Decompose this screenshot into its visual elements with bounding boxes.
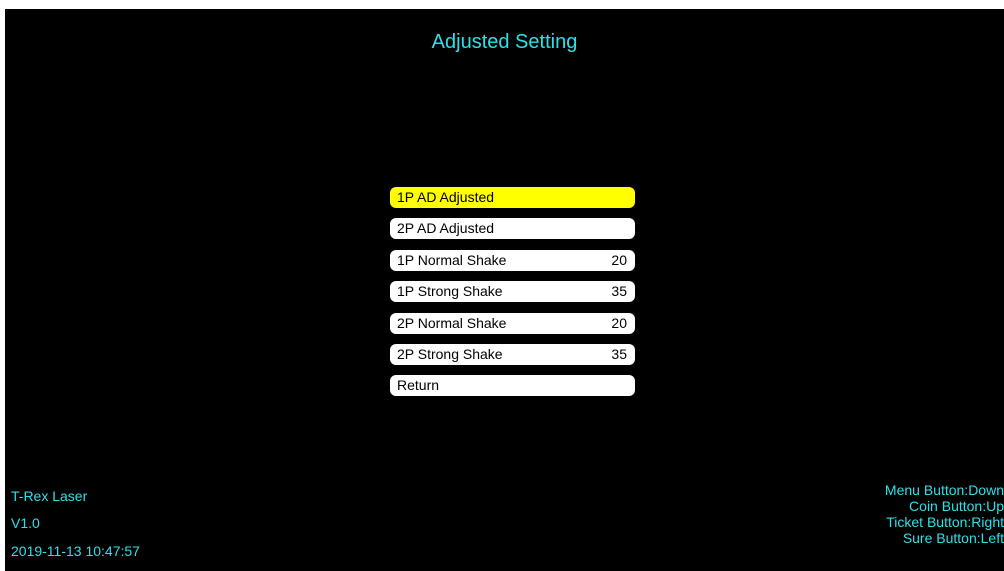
menu-item-label: Return <box>397 377 440 394</box>
menu-item-label: 1P Normal Shake <box>397 251 507 268</box>
menu-item-label: 2P AD Adjusted <box>397 220 495 237</box>
settings-screen: Adjusted Setting 1P AD Adjusted 2P AD Ad… <box>5 9 1004 571</box>
menu-item-2p-strong-shake[interactable]: 2P Strong Shake 35 <box>390 343 635 365</box>
datetime-label: 2019-11-13 10:47:57 <box>11 543 140 559</box>
menu-item-2p-ad-adjusted[interactable]: 2P AD Adjusted <box>390 218 635 240</box>
menu-button-hint: Menu Button:Down <box>884 482 1004 498</box>
menu-item-value: 35 <box>611 345 627 362</box>
menu-item-value: 20 <box>611 251 627 268</box>
menu-item-value: 35 <box>611 283 627 300</box>
menu-item-1p-normal-shake[interactable]: 1P Normal Shake 20 <box>390 249 635 271</box>
page-title: Adjusted Setting <box>431 31 578 53</box>
menu-item-label: 2P Normal Shake <box>397 314 507 331</box>
sure-button-hint: Sure Button:Left <box>902 530 1004 546</box>
version-label: V1.0 <box>11 515 40 531</box>
menu-item-1p-strong-shake[interactable]: 1P Strong Shake 35 <box>390 281 635 303</box>
menu-item-label: 1P Strong Shake <box>397 283 503 300</box>
menu-item-label: 2P Strong Shake <box>397 345 503 362</box>
game-name: T-Rex Laser <box>11 488 88 504</box>
menu-item-value: 20 <box>611 314 627 331</box>
menu-item-return[interactable]: Return <box>390 375 635 397</box>
menu-item-2p-normal-shake[interactable]: 2P Normal Shake 20 <box>390 312 635 334</box>
settings-menu: 1P AD Adjusted 2P AD Adjusted 1P Normal … <box>390 187 635 407</box>
control-hints: Menu Button:Down Coin Button:Up Ticket B… <box>885 482 1004 546</box>
ticket-button-hint: Ticket Button:Right <box>886 514 1004 530</box>
menu-item-1p-ad-adjusted[interactable]: 1P AD Adjusted <box>390 187 635 208</box>
menu-item-label: 1P AD Adjusted <box>397 189 495 205</box>
coin-button-hint: Coin Button:Up <box>909 498 1004 514</box>
